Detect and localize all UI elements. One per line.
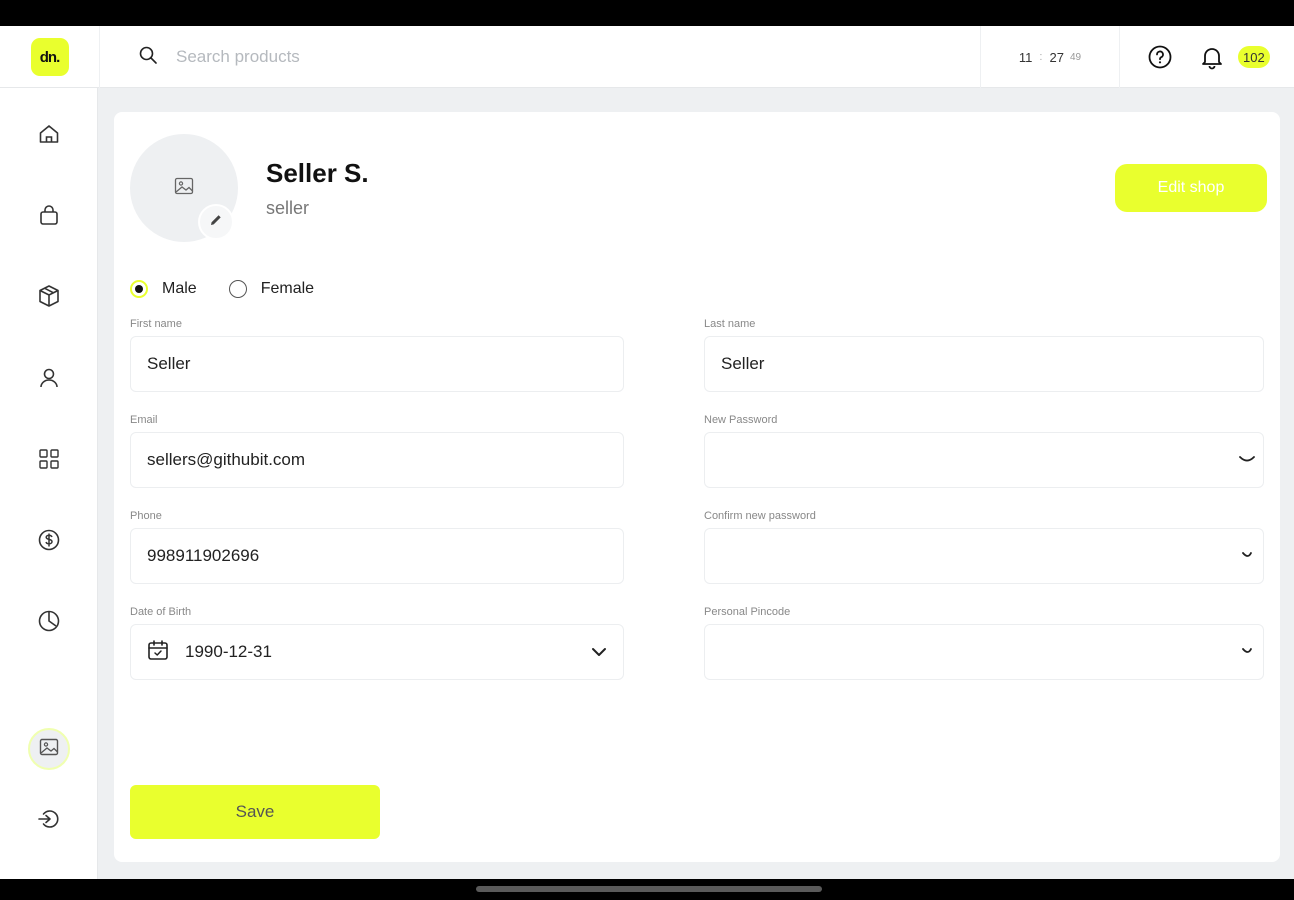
confirm-password-box[interactable] bbox=[704, 528, 1264, 584]
eye-closed-icon[interactable] bbox=[1237, 548, 1257, 564]
grid-icon bbox=[37, 447, 61, 476]
edit-shop-button[interactable]: Edit shop bbox=[1115, 164, 1267, 212]
profile-card: Seller S. seller Edit shop Male Female F… bbox=[114, 112, 1280, 862]
gender-radio-group: Male Female bbox=[130, 280, 346, 298]
dollar-icon bbox=[37, 528, 61, 557]
email-input[interactable] bbox=[147, 450, 607, 470]
sidebar-item-reports[interactable] bbox=[29, 603, 69, 643]
confirm-password-field: Confirm new password bbox=[704, 510, 1264, 584]
dob-value: 1990-12-31 bbox=[185, 642, 272, 661]
gender-option-label: Male bbox=[162, 280, 197, 297]
field-label: New Password bbox=[704, 414, 778, 426]
last-name-box[interactable] bbox=[704, 336, 1264, 392]
clock-separator: : bbox=[1039, 51, 1043, 63]
first-name-box[interactable] bbox=[130, 336, 624, 392]
gift-box-icon bbox=[36, 283, 62, 314]
last-name-input[interactable] bbox=[721, 354, 1247, 374]
new-password-input[interactable] bbox=[721, 450, 1247, 470]
email-field: Email bbox=[130, 414, 624, 488]
top-icons bbox=[1146, 26, 1250, 88]
profile-name: Seller S. bbox=[266, 158, 369, 188]
home-indicator[interactable] bbox=[476, 886, 822, 892]
field-label: Email bbox=[130, 414, 158, 426]
avatar-edit-button[interactable] bbox=[198, 204, 234, 240]
first-name-field: First name bbox=[130, 318, 624, 392]
email-box[interactable] bbox=[130, 432, 624, 488]
phone-input[interactable] bbox=[147, 546, 607, 566]
phone-field: Phone bbox=[130, 510, 624, 584]
image-placeholder-icon bbox=[39, 738, 59, 761]
radio-selected[interactable] bbox=[130, 280, 148, 298]
field-label: Phone bbox=[130, 510, 162, 522]
dob-field: Date of Birth 1990-12-31 bbox=[130, 606, 624, 680]
shopping-bag-icon bbox=[37, 203, 61, 232]
save-button[interactable]: Save bbox=[130, 785, 380, 839]
sidebar-item-categories[interactable] bbox=[29, 441, 69, 481]
user-icon bbox=[37, 366, 61, 395]
sidebar-item-users[interactable] bbox=[29, 360, 69, 400]
first-name-input[interactable] bbox=[147, 354, 607, 374]
field-label: Date of Birth bbox=[130, 606, 192, 618]
pincode-input[interactable] bbox=[721, 642, 1247, 662]
search-bar[interactable] bbox=[138, 44, 738, 70]
field-label: First name bbox=[130, 318, 182, 330]
pie-chart-icon bbox=[37, 609, 61, 638]
logo-cell: dn. bbox=[0, 26, 100, 88]
app-logo[interactable]: dn. bbox=[30, 38, 69, 76]
clock-minutes: 27 bbox=[1049, 49, 1064, 65]
field-label: Confirm new password bbox=[704, 510, 816, 522]
search-icon bbox=[138, 45, 176, 70]
logout-icon bbox=[36, 806, 62, 837]
sidebar-item-home[interactable] bbox=[29, 116, 69, 156]
help-icon[interactable] bbox=[1146, 43, 1174, 71]
sidebar-item-products[interactable] bbox=[29, 278, 69, 318]
last-name-field: Last name bbox=[704, 318, 1264, 392]
eye-closed-icon[interactable] bbox=[1237, 644, 1257, 660]
field-label: Personal Pincode bbox=[704, 606, 791, 618]
new-password-field: New Password bbox=[704, 414, 1264, 488]
sidebar-item-logout[interactable] bbox=[29, 801, 69, 841]
sidebar-profile-avatar[interactable] bbox=[28, 728, 70, 770]
notification-count-badge[interactable]: 102 bbox=[1238, 46, 1270, 68]
home-icon bbox=[37, 122, 61, 151]
top-bar: dn. 11 : 27 49 102 bbox=[0, 26, 1294, 88]
profile-role: seller bbox=[266, 198, 310, 218]
gender-option-label: Female bbox=[260, 280, 315, 297]
pencil-icon bbox=[209, 213, 223, 232]
new-password-box[interactable] bbox=[704, 432, 1264, 488]
pincode-box[interactable] bbox=[704, 624, 1264, 680]
phone-box[interactable] bbox=[130, 528, 624, 584]
app-screen: dn. 11 : 27 49 102 bbox=[0, 26, 1294, 879]
clock-seconds: 49 bbox=[1069, 51, 1082, 63]
bell-icon[interactable] bbox=[1198, 43, 1226, 71]
clock: 11 : 27 49 bbox=[980, 26, 1120, 88]
field-label: Last name bbox=[704, 318, 756, 330]
eye-closed-icon[interactable] bbox=[1237, 452, 1257, 468]
clock-hours: 11 bbox=[1018, 49, 1033, 65]
sidebar-item-shop[interactable] bbox=[29, 197, 69, 237]
calendar-icon bbox=[147, 639, 185, 666]
gender-option-male[interactable]: Male bbox=[130, 280, 197, 298]
search-input[interactable] bbox=[176, 47, 676, 67]
sidebar bbox=[0, 88, 98, 879]
confirm-password-input[interactable] bbox=[721, 546, 1247, 566]
sidebar-item-finance[interactable] bbox=[29, 522, 69, 562]
chevron-down-icon[interactable] bbox=[591, 642, 607, 662]
image-placeholder-icon bbox=[174, 177, 194, 200]
dob-picker[interactable]: 1990-12-31 bbox=[130, 624, 624, 680]
pincode-field: Personal Pincode bbox=[704, 606, 1264, 680]
gender-option-female[interactable]: Female bbox=[228, 280, 315, 298]
radio-unselected[interactable] bbox=[228, 280, 247, 298]
